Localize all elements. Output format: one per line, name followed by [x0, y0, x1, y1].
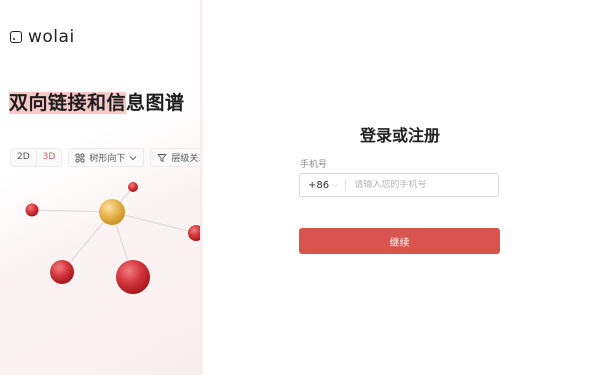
graph-node: [188, 225, 200, 241]
layout-label: 树形向下: [89, 154, 126, 164]
continue-button[interactable]: 继续: [299, 228, 500, 254]
chevron-down-icon: ⌵: [332, 180, 338, 189]
graph-node-center: [99, 199, 125, 225]
filter-icon: [157, 153, 167, 162]
graph-node: [25, 203, 39, 217]
layout-dropdown[interactable]: 树形向下: [68, 148, 145, 167]
phone-input[interactable]: [346, 180, 498, 190]
headline-rest: 息图谱: [126, 92, 185, 114]
panel-divider: [200, 0, 204, 375]
graph-node: [50, 260, 74, 284]
filter-dropdown[interactable]: 层级关系: [150, 148, 200, 167]
knowledge-graph: [25, 182, 200, 294]
chevron-down-icon: [129, 155, 137, 160]
view-mode-toggle: 2D 3D: [10, 148, 63, 167]
logo-icon: [10, 31, 22, 43]
view-3d-option[interactable]: 3D: [35, 149, 62, 166]
filter-label: 层级关系: [171, 154, 200, 164]
headline-highlight: 双向链接和信: [9, 92, 127, 114]
phone-label: 手机号: [300, 160, 328, 170]
login-title: 登录或注册: [359, 126, 440, 145]
tree-layout-icon: [75, 152, 85, 163]
graph-node: [116, 260, 150, 294]
brand-logo[interactable]: wolai: [10, 27, 75, 47]
phone-field: +86 ⌵: [299, 173, 499, 197]
country-code-value: +86: [308, 179, 330, 191]
view-2d-option[interactable]: 2D: [11, 149, 36, 166]
graph-node: [128, 182, 138, 192]
promo-panel: wolai 双向链接和信息图谱 2D 3D 树形向下 层级关: [0, 0, 200, 375]
country-code-select[interactable]: +86 ⌵: [300, 180, 345, 191]
brand-name: wolai: [28, 27, 75, 47]
promo-headline: 双向链接和信息图谱: [9, 88, 185, 115]
login-page: wolai 双向链接和信息图谱 2D 3D 树形向下 层级关 登录或注册 手机号…: [0, 0, 600, 375]
graph-toolbar: 2D 3D 树形向下 层级关系: [10, 148, 200, 167]
